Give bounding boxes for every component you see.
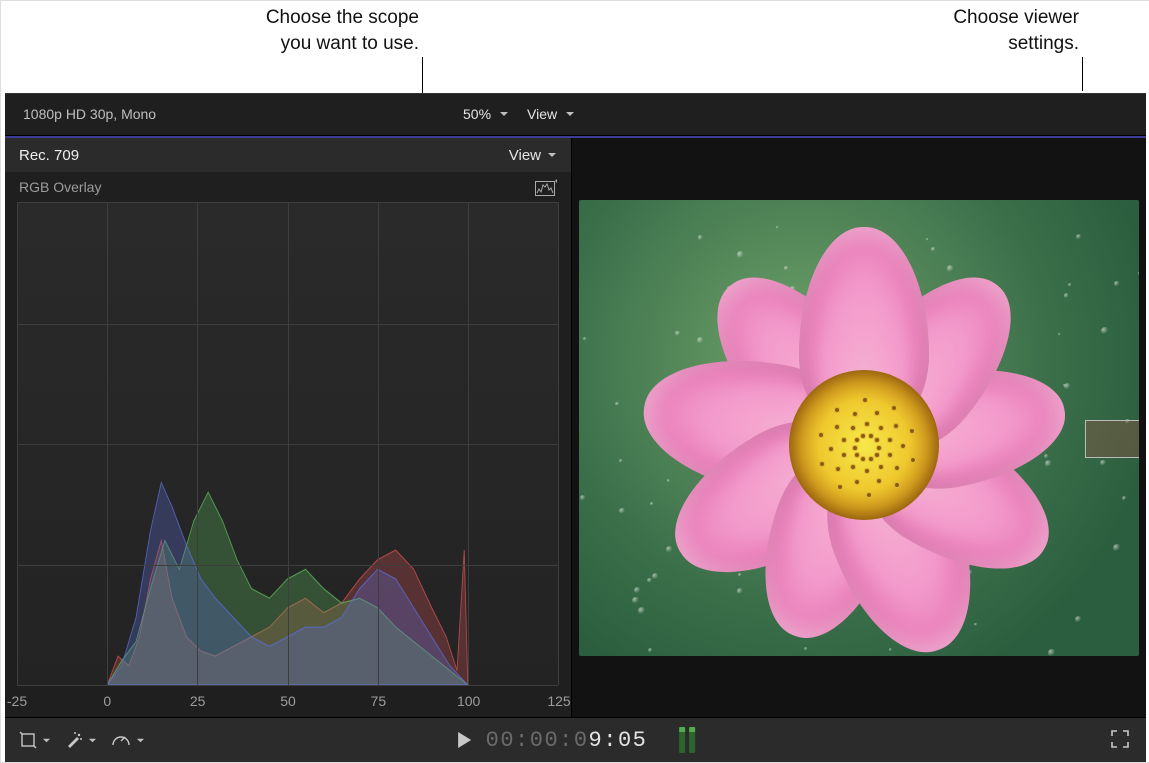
crop-tool-dropdown[interactable] <box>19 731 51 749</box>
callout-viewer: Choose viewer settings. <box>819 5 1079 56</box>
scopes-view-dropdown[interactable]: View <box>509 147 557 164</box>
audio-meter <box>679 727 695 753</box>
scope-selector-button[interactable] <box>535 178 557 196</box>
chevron-down-icon <box>547 150 557 160</box>
viewer-canvas[interactable] <box>572 138 1146 717</box>
histogram: -250255075100125 <box>17 202 559 711</box>
callout-viewer-leader <box>1082 57 1083 91</box>
scopes-header: Rec. 709 View <box>5 138 571 172</box>
project-format: 1080p HD 30p, Mono <box>5 106 463 122</box>
scopes-panel: Rec. 709 View RGB Overlay <box>5 138 572 717</box>
enhance-tool-dropdown[interactable] <box>65 731 97 749</box>
chevron-down-icon <box>565 109 575 119</box>
retime-tool-dropdown[interactable] <box>111 731 145 749</box>
fullscreen-button[interactable] <box>1110 729 1130 752</box>
color-space-label: Rec. 709 <box>19 147 79 164</box>
chevron-down-icon <box>88 732 97 748</box>
flower-center <box>789 370 939 520</box>
viewer-panel <box>572 138 1146 717</box>
zoom-dropdown[interactable]: 50% <box>463 106 509 122</box>
callout-scope: Choose the scope you want to use. <box>149 5 419 56</box>
timecode-inactive: 00:00:0 <box>486 728 589 753</box>
preview-image <box>579 200 1139 656</box>
titlebar: 1080p HD 30p, Mono IMG_0424 50% View <box>5 93 1146 136</box>
chevron-down-icon <box>42 732 51 748</box>
chevron-down-icon <box>499 109 509 119</box>
play-button[interactable] <box>456 731 472 749</box>
histogram-x-axis: -250255075100125 <box>17 685 559 711</box>
viewer-view-dropdown[interactable]: View <box>527 106 575 122</box>
timecode-active: 9:05 <box>589 728 648 753</box>
app-window: 1080p HD 30p, Mono IMG_0424 50% View <box>5 93 1146 762</box>
content-split: Rec. 709 View RGB Overlay <box>5 136 1146 717</box>
timecode-display: 00:00:09:05 <box>456 727 696 753</box>
scope-mode-label: RGB Overlay <box>19 179 101 195</box>
selection-marquee[interactable] <box>1085 420 1139 458</box>
transport-bar: 00:00:09:05 <box>5 717 1146 762</box>
chevron-down-icon <box>136 732 145 748</box>
